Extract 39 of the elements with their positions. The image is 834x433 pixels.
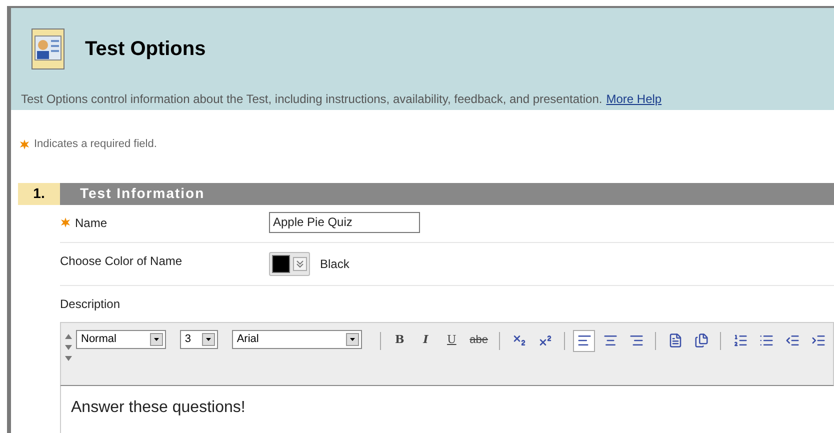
dropdown-icon	[202, 332, 215, 346]
field-label: Description	[60, 296, 120, 312]
section-number: 1.	[18, 182, 60, 204]
format-select[interactable]: Arial	[232, 330, 362, 348]
profile-card-icon	[31, 28, 65, 70]
dropdown-icon	[150, 332, 163, 346]
align-right-icon	[628, 333, 644, 348]
superscript-icon	[538, 333, 552, 348]
collapse-arrow-icon[interactable]	[65, 334, 72, 338]
underline-button[interactable]: U	[440, 330, 463, 352]
format-select[interactable]: 3	[180, 330, 218, 348]
bullet-list-icon	[758, 333, 774, 348]
documents-icon	[694, 333, 708, 348]
bold-button[interactable]: B	[388, 330, 411, 352]
dropdown-icon	[346, 332, 359, 346]
italic-button[interactable]: I	[414, 330, 437, 352]
field-label: Choose Color of Name	[60, 252, 182, 270]
color-name: Black	[320, 256, 350, 272]
strike-button[interactable]: abe	[466, 330, 491, 352]
format-select[interactable]: Normal	[76, 330, 166, 348]
indent-icon	[810, 333, 826, 348]
more-help-link[interactable]: More Help	[606, 90, 662, 108]
required-note: Indicates a required field.	[34, 137, 157, 152]
page-description: Test Options control information about the Test, including instructions, availability, feedback, and presentation.	[21, 91, 602, 108]
required-icon	[19, 138, 30, 150]
document-icon	[668, 333, 682, 348]
field-label: Name	[75, 214, 108, 232]
chevron-down-icon	[293, 256, 307, 270]
align-left-icon	[576, 333, 592, 348]
align-center-icon	[602, 333, 618, 348]
color-picker[interactable]	[269, 252, 310, 276]
editor-content[interactable]: Answer these questions!	[71, 396, 824, 420]
name-field[interactable]: Apple Pie Quiz	[269, 212, 420, 232]
subscript-icon	[512, 333, 526, 348]
numbered-list-icon	[732, 333, 748, 348]
section-title: Test Information	[60, 182, 834, 204]
outdent-icon	[784, 333, 800, 348]
align-left-button[interactable]	[573, 330, 595, 352]
page-title: Test Options	[85, 37, 206, 62]
